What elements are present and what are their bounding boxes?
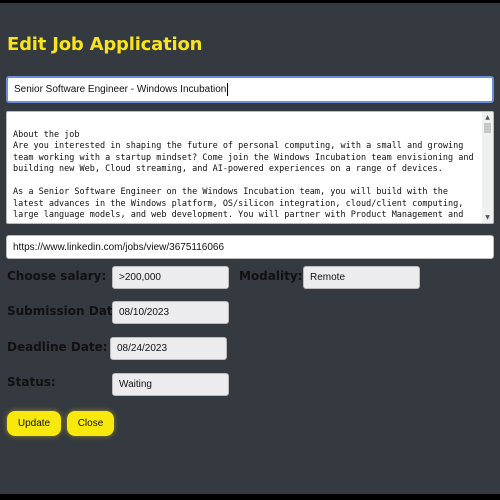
deadline-date-input[interactable]: 08/24/2023 [110,337,227,360]
page-title: Edit Job Application [7,34,203,55]
description-text: About the job Are you interested in shap… [13,129,474,221]
submission-date-input[interactable]: 08/10/2023 [112,301,229,324]
salary-label: Choose salary: [7,269,107,283]
status-select[interactable]: Waiting [112,373,229,396]
url-input[interactable]: https://www.linkedin.com/jobs/view/36751… [6,235,494,259]
scroll-down-icon[interactable]: ▼ [482,214,493,221]
job-title-value: Senior Software Engineer - Windows Incub… [14,84,227,95]
scrollbar-thumb[interactable] [484,123,491,133]
salary-select[interactable]: >200,000 [112,266,229,289]
text-caret [227,83,229,96]
description-textarea[interactable]: About the job Are you interested in shap… [6,111,494,224]
modality-select[interactable]: Remote [303,266,420,289]
modality-label: Modality: [239,269,303,283]
job-title-input[interactable]: Senior Software Engineer - Windows Incub… [6,76,494,103]
description-scrollbar[interactable]: ▲ ▼ [482,112,493,223]
edit-job-panel: Edit Job Application Senior Software Eng… [0,3,500,494]
status-label: Status: [7,375,56,389]
submission-date-label: Submission Date: [7,304,126,318]
update-button[interactable]: Update [7,411,61,436]
deadline-date-label: Deadline Date: [7,340,108,354]
close-button[interactable]: Close [67,411,114,436]
scroll-up-icon[interactable]: ▲ [482,114,493,121]
